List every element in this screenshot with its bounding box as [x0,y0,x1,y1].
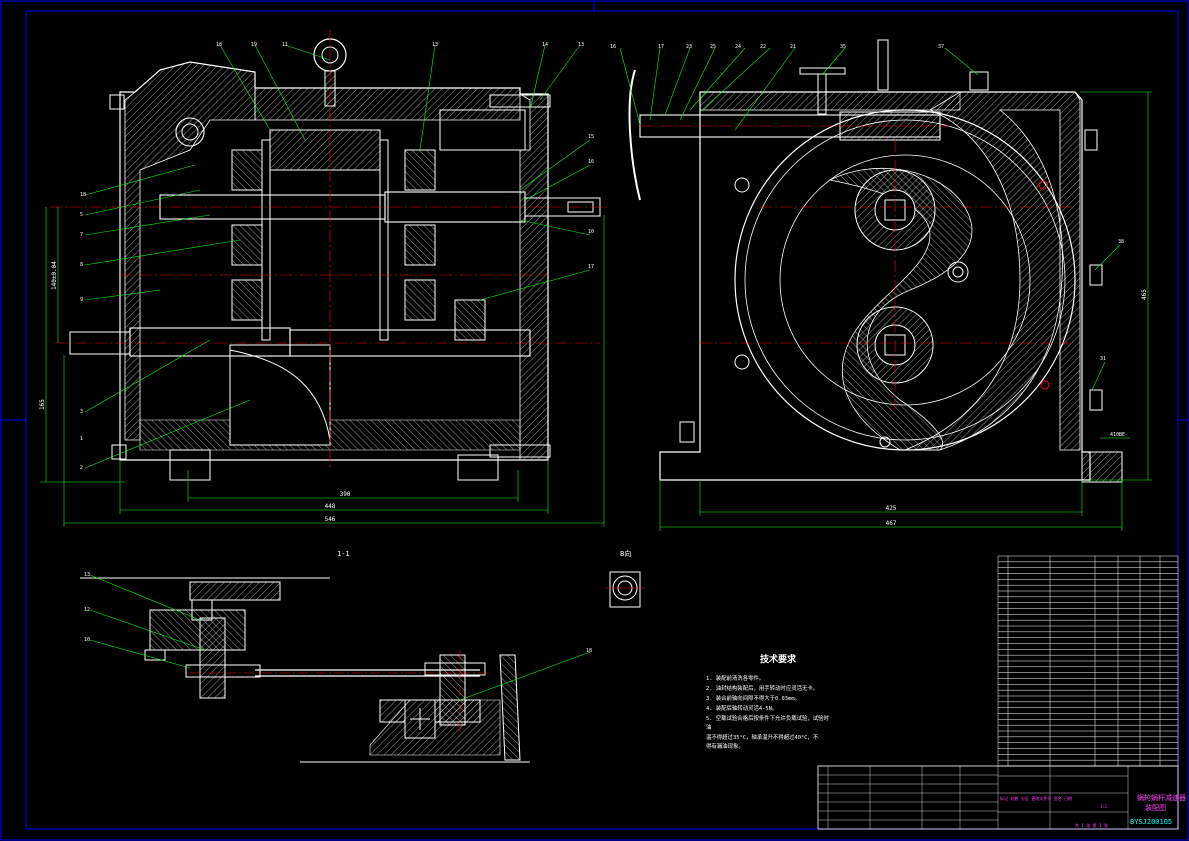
balloon: 12 [84,607,90,613]
balloon: 15 [588,134,594,140]
dim-front-outer: 546 [325,516,336,523]
drawing-number: BYSJ200105 [1130,818,1172,826]
balloon: 18 [80,192,86,198]
revision-row: 标记 处数 分区 更改文件号 签名 日期 [1000,795,1072,801]
dim-side-note: 410BE [1110,432,1125,438]
balloon: 10 [84,637,90,643]
balloon: 14 [542,42,548,48]
balloon: 2 [80,465,83,471]
balloon: 7 [80,232,83,238]
detail-b: B向 [605,549,645,608]
balloon: 22 [760,44,766,50]
balloon: 10 [588,229,594,235]
dim-front-mid: 448 [325,503,336,510]
detail-label: B向 [620,549,631,558]
balloon: 17 [588,264,594,270]
dim-side-inner: 425 [886,505,897,512]
balloon: 38 [1118,239,1124,245]
tech-req-title: 技术要求 [760,653,797,665]
balloon: 11 [282,42,288,48]
tech-req-line: 得有漏油现象。 [706,742,744,750]
front-view: 390 448 546 165 140±0.04 18 19 11 13 14 … [39,30,610,527]
sheet-info: 共 1 张 第 1 张 [1075,822,1108,828]
tech-req-line: 温不得超过35°C，轴承温升不得超过40°C，不 [706,733,819,741]
tech-req-line: 3. 装合前轴向间隙不得大于0.03mm。 [706,694,800,702]
balloon: 13 [432,42,438,48]
side-view: 425 467 465 410BE 16 17 23 25 24 22 21 3… [610,39,1152,531]
tech-req-line: 2. 油封结构装配后，用手转动时应灵活无卡。 [706,684,818,692]
balloon: 9 [80,297,83,303]
technical-requirements: 技术要求 1. 装配前清洗各零件。 2. 油封结构装配后，用手转动时应灵活无卡。… [706,653,830,750]
dim-front-inner: 390 [340,491,351,498]
balloon: 18 [216,42,222,48]
balloon: 24 [735,44,741,50]
balloon: 8 [80,262,83,268]
dim-front-height-left: 165 [39,399,46,410]
section-label: 1-1 [337,550,350,558]
dim-side-outer: 467 [886,520,897,527]
balloon: 21 [790,44,796,50]
balloon: 17 [658,44,664,50]
balloon: 37 [938,44,944,50]
balloon: 31 [1100,356,1106,362]
balloon: 13 [84,572,90,578]
section-1-1: 1-1 13 12 10 18 [80,550,592,763]
tech-req-line: 4. 装配后轴转动灵活4-5N。 [706,704,777,712]
balloon: 19 [251,42,257,48]
cad-drawing: 390 448 546 165 140±0.04 18 19 11 13 14 … [0,0,1189,841]
dim-front-height-upper: 140±0.04 [51,261,58,290]
balloon: 3 [80,409,83,415]
balloon: 25 [710,44,716,50]
tech-req-line: 1. 装配前清洗各零件。 [706,674,764,682]
balloon: 18 [586,648,592,654]
dim-side-height: 465 [1141,289,1148,300]
balloon: 1 [80,436,83,442]
balloon: 13 [578,42,584,48]
balloon: 16 [588,159,594,165]
balloon: 35 [840,44,846,50]
balloon: 23 [686,44,692,50]
balloon: 16 [610,44,616,50]
tech-req-line: 油 [706,723,711,731]
tech-req-line: 5. 空载试验合格后按条件下允许负载试验，试验时 [706,714,830,722]
balloon: 5 [80,212,83,218]
parts-list [997,555,1179,767]
title-block-subtitle: 装配图 [1145,803,1166,812]
title-block-designation: 蜗轮蜗杆减速器 [1137,793,1186,802]
title-block: 蜗轮蜗杆减速器 装配图 BYSJ200105 共 1 张 第 1 张 1:2 标… [817,765,1186,830]
scale: 1:2 [1100,804,1108,809]
